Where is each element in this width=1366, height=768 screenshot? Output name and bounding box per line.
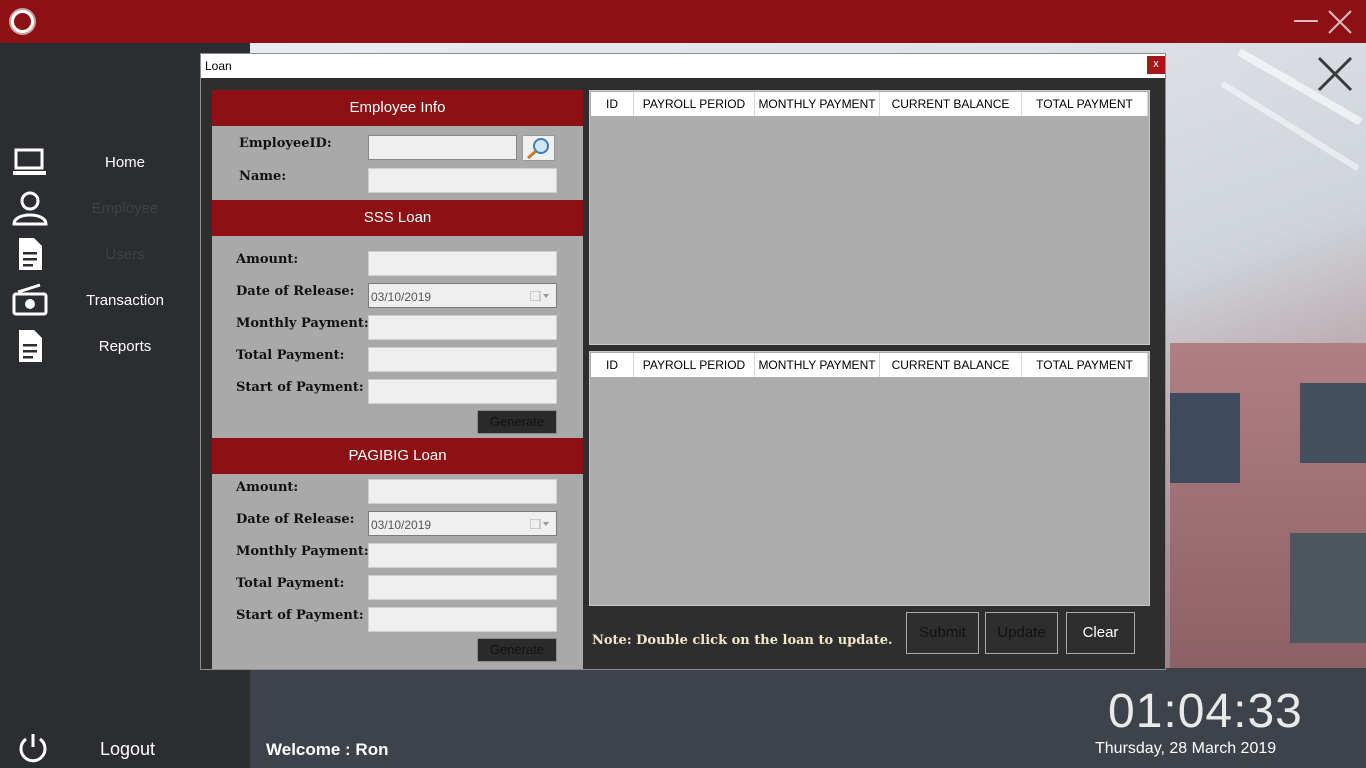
sss-release-date-picker[interactable]: 03/10/2019 xyxy=(368,283,557,308)
user-icon xyxy=(12,191,48,226)
pagibig-start-label: Start of Payment: xyxy=(236,608,364,623)
loan-dialog: Loan x Employee Info EmployeeID: Name: S… xyxy=(200,53,1166,670)
sss-monthly-label: Monthly Payment: xyxy=(236,316,369,331)
sss-total-label: Total Payment: xyxy=(236,348,345,363)
dialog-title-bar: Loan x xyxy=(201,54,1165,78)
pagibig-total-label: Total Payment: xyxy=(236,576,345,591)
document-icon xyxy=(19,238,42,270)
pagibig-start-field[interactable] xyxy=(368,607,557,632)
pagibig-monthly-field[interactable] xyxy=(368,543,557,568)
sss-amount-label: Amount: xyxy=(236,252,299,267)
clock: 01:04:33 xyxy=(1108,685,1303,738)
sss-amount-field[interactable] xyxy=(368,251,557,276)
document-icon xyxy=(19,330,42,362)
close-icon[interactable] xyxy=(1317,56,1353,92)
col-monthly-payment[interactable]: MONTHLY PAYMENT xyxy=(755,92,880,116)
sss-generate-button[interactable]: Generate xyxy=(477,410,557,434)
sidebar-item-label: Employee xyxy=(91,199,159,217)
employee-id-label: EmployeeID: xyxy=(239,136,332,151)
laptop-icon xyxy=(13,148,46,175)
calendar-dropdown-icon[interactable] xyxy=(530,291,550,301)
pagibig-amount-field[interactable] xyxy=(368,479,557,504)
sss-loan-grid[interactable]: ID PAYROLL PERIOD MONTHLY PAYMENT CURREN… xyxy=(589,90,1150,345)
sidebar-item-label: Users xyxy=(105,245,145,263)
update-note: Note: Double click on the loan to update… xyxy=(592,633,893,648)
col-monthly-payment[interactable]: MONTHLY PAYMENT xyxy=(755,353,880,377)
col-id[interactable]: ID xyxy=(591,92,634,116)
magnifier-icon xyxy=(527,138,549,160)
pagibig-release-date-value: 03/10/2019 xyxy=(371,518,432,532)
university-seal-icon xyxy=(9,8,36,35)
pagibig-total-field[interactable] xyxy=(368,575,557,600)
cash-icon xyxy=(12,283,48,316)
loan-form-panel: Employee Info EmployeeID: Name: SSS Loan… xyxy=(212,90,583,669)
sss-release-date-value: 03/10/2019 xyxy=(371,290,432,304)
sss-start-field[interactable] xyxy=(368,379,557,404)
sidebar-item-label: Home xyxy=(104,153,145,171)
col-payroll-period[interactable]: PAYROLL PERIOD xyxy=(634,92,755,116)
grid-header: ID PAYROLL PERIOD MONTHLY PAYMENT CURREN… xyxy=(591,92,1148,116)
col-payroll-period[interactable]: PAYROLL PERIOD xyxy=(634,353,755,377)
calendar-dropdown-icon[interactable] xyxy=(530,519,550,529)
title-bar xyxy=(0,0,1366,43)
pagibig-loan-grid[interactable]: ID PAYROLL PERIOD MONTHLY PAYMENT CURREN… xyxy=(589,351,1150,606)
date-text: Thursday, 28 March 2019 xyxy=(1095,740,1277,757)
pagibig-release-label: Date of Release: xyxy=(236,512,355,527)
sss-monthly-field[interactable] xyxy=(368,315,557,340)
sss-loan-header: SSS Loan xyxy=(212,200,583,236)
sss-release-label: Date of Release: xyxy=(236,284,355,299)
col-total-payment[interactable]: TOTAL PAYMENT xyxy=(1022,92,1148,116)
minimize-icon[interactable] xyxy=(1294,20,1318,22)
welcome-text: Welcome : Ron xyxy=(266,740,389,759)
submit-button[interactable]: Submit xyxy=(906,612,979,654)
sidebar-item-label: Reports xyxy=(98,337,152,355)
employee-id-field[interactable] xyxy=(368,135,517,160)
update-button[interactable]: Update xyxy=(985,612,1058,654)
employee-info-header: Employee Info xyxy=(212,90,583,126)
grid-header: ID PAYROLL PERIOD MONTHLY PAYMENT CURREN… xyxy=(591,353,1148,377)
logout-button[interactable]: Logout xyxy=(100,739,155,760)
pagibig-generate-button[interactable]: Generate xyxy=(477,638,557,662)
search-button[interactable] xyxy=(522,135,555,161)
sss-start-label: Start of Payment: xyxy=(236,380,364,395)
pagibig-release-date-picker[interactable]: 03/10/2019 xyxy=(368,511,557,536)
col-current-balance[interactable]: CURRENT BALANCE xyxy=(880,92,1022,116)
pagibig-monthly-label: Monthly Payment: xyxy=(236,544,369,559)
sss-total-field[interactable] xyxy=(368,347,557,372)
name-label: Name: xyxy=(239,169,287,184)
pagibig-amount-label: Amount: xyxy=(236,480,299,495)
col-current-balance[interactable]: CURRENT BALANCE xyxy=(880,353,1022,377)
power-icon[interactable] xyxy=(16,731,50,765)
name-field[interactable] xyxy=(368,168,557,193)
pagibig-loan-header: PAGIBIG Loan xyxy=(212,438,583,474)
close-icon[interactable] xyxy=(1326,8,1354,36)
sidebar-item-label: Transaction xyxy=(86,291,164,309)
col-total-payment[interactable]: TOTAL PAYMENT xyxy=(1022,353,1148,377)
dialog-title: Loan xyxy=(205,59,232,73)
clear-button[interactable]: Clear xyxy=(1066,612,1135,654)
dialog-close-button[interactable]: x xyxy=(1147,56,1165,74)
col-id[interactable]: ID xyxy=(591,353,634,377)
